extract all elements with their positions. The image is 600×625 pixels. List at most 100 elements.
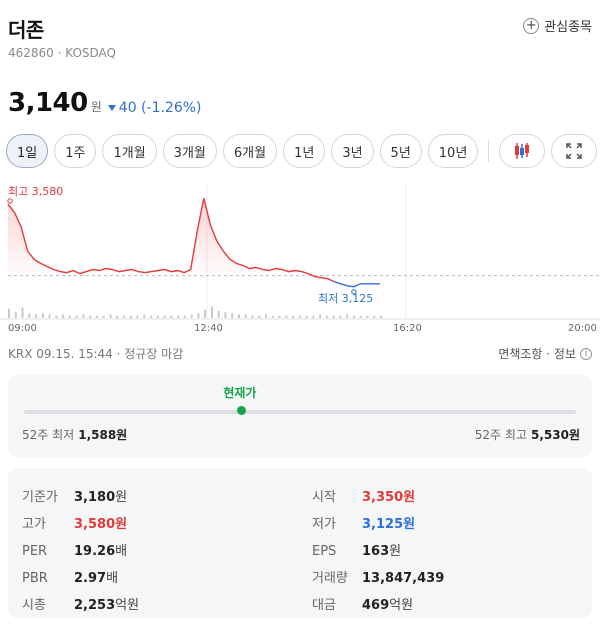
stat-unit: 억원 (389, 598, 414, 613)
stat-label: 저가 (312, 517, 336, 532)
volume-bar (278, 315, 281, 318)
volume-bar (224, 312, 227, 318)
tab-1d[interactable]: 1일 (6, 134, 49, 168)
stat-label: 시총 (22, 598, 46, 613)
stat-pbr: PBR 2.97 배 (22, 567, 118, 586)
volume-bar (41, 313, 44, 318)
high-label: 최고 3,580 (8, 185, 63, 198)
stat-label: 거래량 (312, 571, 348, 586)
volume-bar (156, 315, 159, 318)
period-tabs: 1일 1주 1개월 3개월 6개월 1년 3년 5년 10년 (6, 134, 598, 168)
stat-label: PBR (22, 571, 48, 586)
volume-bar (95, 315, 98, 318)
price-line (7, 198, 335, 283)
volume-bar (366, 315, 369, 318)
volume-bar (183, 315, 186, 318)
volume-bar (352, 315, 355, 318)
volume-bar (339, 315, 342, 318)
stat-value: 19.26 (74, 544, 116, 559)
stat-label: EPS (312, 544, 337, 559)
volume-bar (271, 315, 274, 318)
stat-value: 163 (362, 544, 390, 559)
volume-bar (292, 315, 295, 318)
stat-label: 시작 (312, 490, 336, 505)
volume-bar (332, 315, 335, 318)
info-icon: i (580, 347, 592, 360)
stat-label: PER (22, 544, 48, 559)
volume-bar (244, 314, 247, 318)
price-row: 3,140 원 40 (-1.26%) (8, 88, 202, 118)
fullscreen-button[interactable] (551, 134, 598, 168)
volume-bar (346, 314, 349, 318)
tab-1m[interactable]: 1개월 (102, 134, 157, 168)
watchlist-button[interactable]: + 관심종목 (523, 16, 592, 35)
intraday-chart[interactable]: 최고 3,580 최저 3,125 09:00 12:40 16:20 20:0… (0, 178, 600, 340)
volume-bar (143, 314, 146, 318)
volume-bar (197, 313, 200, 318)
volume-bar (359, 315, 362, 318)
x-tick: 09:00 (8, 323, 37, 334)
price-unit: 원 (90, 100, 102, 114)
stat-unit: 배 (115, 544, 128, 559)
stat-unit: 원 (115, 490, 128, 505)
volume-bar (217, 311, 220, 318)
disclaimer-link[interactable]: 면책조항 · 정보 i (498, 345, 592, 362)
volume-bar (123, 315, 125, 318)
stat-value: 469 (362, 598, 390, 613)
volume-bar (35, 314, 38, 318)
volume-bar (325, 315, 328, 318)
volume-bar (48, 314, 51, 318)
volume-bar (28, 313, 31, 318)
tab-5y[interactable]: 5년 (379, 134, 422, 168)
tab-6m[interactable]: 6개월 (222, 134, 278, 168)
tab-1y[interactable]: 1년 (283, 134, 326, 168)
market-timestamp: KRX 09.15. 15:44 · 정규장 마감 (8, 347, 184, 361)
x-tick: 20:00 (568, 323, 597, 334)
volume-bar (238, 314, 240, 318)
stat-unit: 억원 (115, 598, 140, 613)
stat-label: 대금 (312, 598, 336, 613)
volume-bar (150, 315, 152, 318)
stat-unit: 배 (106, 571, 119, 586)
volume-bar (55, 315, 58, 318)
tab-10y[interactable]: 10년 (427, 134, 479, 168)
volume-bar (89, 315, 92, 318)
week52-low-value: 1,588원 (78, 428, 128, 442)
watchlist-label: 관심종목 (544, 20, 592, 35)
stat-value: 3,125 (362, 517, 404, 532)
stat-open: 시작 3,350 원 (312, 486, 415, 505)
stat-value: 2,253 (74, 598, 116, 613)
volume-bar (285, 315, 288, 318)
volume-bar (102, 315, 105, 318)
stat-value: 3,180 (74, 490, 116, 505)
price-change: 40 (-1.26%) (107, 100, 202, 116)
volume-bar (319, 314, 322, 318)
volume-bar (251, 315, 254, 318)
market-info-bar: KRX 09.15. 15:44 · 정규장 마감 면책조항 · 정보 i (8, 345, 592, 363)
stock-name: 더존 (8, 18, 44, 42)
volume-bar (109, 314, 112, 318)
low-label: 최저 3,125 (318, 292, 373, 305)
stat-base-price: 기준가 3,180 원 (22, 486, 127, 505)
volume-bar (116, 315, 119, 318)
stat-value: 3,580 (74, 517, 116, 532)
expand-icon (566, 143, 583, 159)
volume-bar (82, 314, 85, 318)
volume-bar (298, 315, 301, 318)
week52-low: 52주 최저 1,588원 (22, 426, 127, 443)
volume-bar (190, 314, 193, 318)
stat-high: 고가 3,580 원 (22, 513, 127, 532)
candle-chart-button[interactable] (499, 134, 546, 168)
tab-3y[interactable]: 3년 (331, 134, 374, 168)
volume-bar (258, 315, 261, 318)
down-arrow-icon (107, 105, 116, 111)
stat-unit: 원 (403, 490, 416, 505)
tab-3m[interactable]: 3개월 (162, 134, 217, 168)
high-marker (7, 198, 13, 204)
volume-bar (129, 315, 132, 318)
stat-unit: 원 (389, 544, 402, 559)
volume-bar (312, 315, 315, 318)
tab-1w[interactable]: 1주 (54, 134, 97, 168)
stat-label: 기준가 (22, 490, 58, 505)
stat-value: 3,350 (362, 490, 404, 505)
